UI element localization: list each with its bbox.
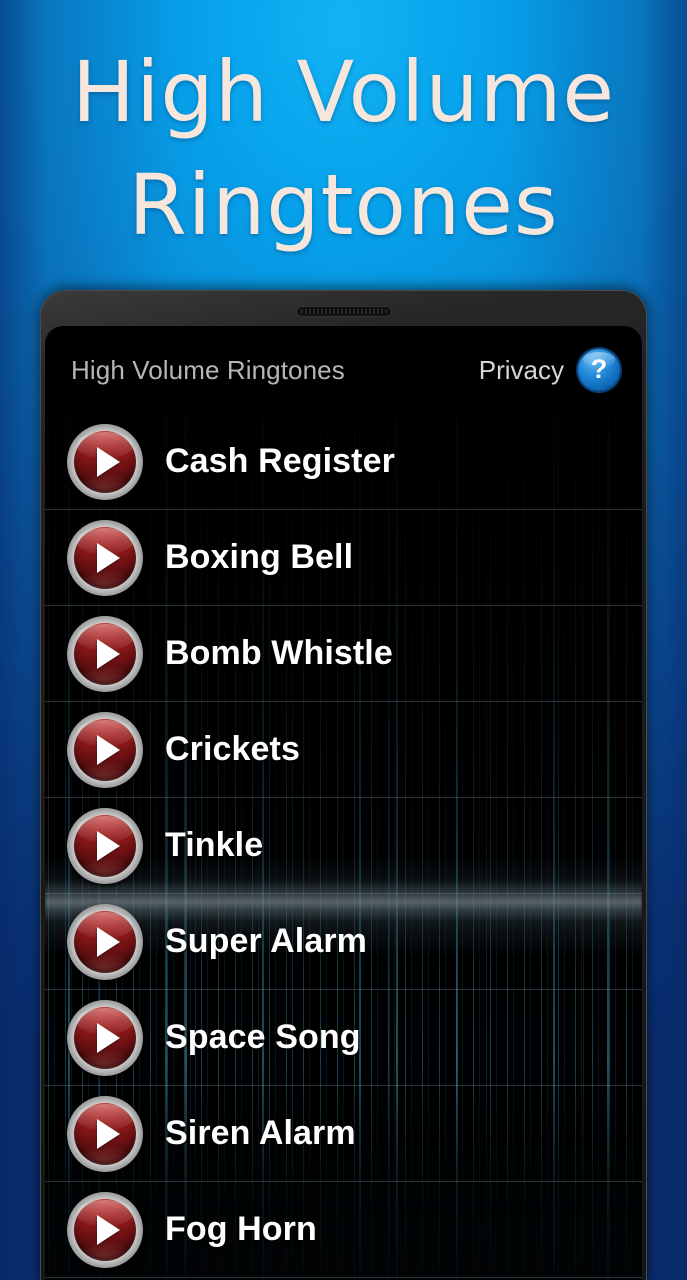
play-triangle <box>97 446 120 477</box>
phone-screen: High Volume Ringtones Privacy ? Cash Reg… <box>45 326 642 1280</box>
play-icon[interactable] <box>67 423 143 500</box>
play-icon[interactable] <box>67 999 143 1076</box>
app-header: High Volume Ringtones Privacy ? <box>45 326 642 414</box>
play-icon[interactable] <box>67 903 143 980</box>
ringtone-label: Bomb Whistle <box>165 634 393 672</box>
speaker-holes <box>300 309 387 314</box>
play-triangle <box>97 830 120 861</box>
app-title: High Volume Ringtones <box>71 354 345 385</box>
ringtone-label: Cash Register <box>165 442 395 480</box>
play-icon[interactable] <box>67 1095 143 1172</box>
play-triangle <box>97 926 120 957</box>
ringtone-row-tinkle[interactable]: Tinkle <box>45 798 642 894</box>
play-triangle <box>97 1022 120 1053</box>
privacy-link[interactable]: Privacy <box>479 355 564 386</box>
ringtone-list[interactable]: Cash Register Boxing Bell Bomb Whistle C… <box>45 414 642 1280</box>
ringtone-row-space-song[interactable]: Space Song <box>45 990 642 1086</box>
ringtone-row-crickets[interactable]: Crickets <box>45 702 642 798</box>
question-mark-icon[interactable]: ? <box>578 349 620 391</box>
earpiece-speaker-grille <box>296 307 391 316</box>
ringtone-label: Fog Horn <box>165 1210 317 1248</box>
ringtone-label: Siren Alarm <box>165 1114 356 1152</box>
ringtone-label: Space Song <box>165 1018 361 1056</box>
play-icon[interactable] <box>67 1191 143 1268</box>
ringtone-row-cash-register[interactable]: Cash Register <box>45 414 642 510</box>
play-triangle <box>97 1214 120 1245</box>
header-actions: Privacy ? <box>479 349 620 391</box>
play-triangle <box>97 1118 120 1149</box>
promo-background: High Volume Ringtones High Volume Ringto… <box>0 0 687 1280</box>
play-icon[interactable] <box>67 807 143 884</box>
ringtone-label: Crickets <box>165 730 300 768</box>
phone-mockup: High Volume Ringtones Privacy ? Cash Reg… <box>40 290 647 1280</box>
play-triangle <box>97 542 120 573</box>
ringtone-row-boxing-bell[interactable]: Boxing Bell <box>45 510 642 606</box>
ringtone-row-bomb-whistle[interactable]: Bomb Whistle <box>45 606 642 702</box>
ringtone-row-siren-alarm[interactable]: Siren Alarm <box>45 1086 642 1182</box>
ringtone-row-fog-horn[interactable]: Fog Horn <box>45 1182 642 1278</box>
play-icon[interactable] <box>67 519 143 596</box>
promo-title-line-1: High Volume <box>71 43 616 141</box>
ringtone-label: Boxing Bell <box>165 538 354 576</box>
ringtone-label: Tinkle <box>165 826 264 864</box>
ringtone-row-super-alarm[interactable]: Super Alarm <box>45 894 642 990</box>
help-icon-glyph: ? <box>590 353 608 384</box>
play-triangle <box>97 638 120 669</box>
play-triangle <box>97 734 120 765</box>
promo-title-line-2: Ringtones <box>128 156 559 255</box>
promo-title: High Volume Ringtones <box>0 36 687 263</box>
play-icon[interactable] <box>67 615 143 692</box>
ringtone-label: Super Alarm <box>165 922 368 960</box>
play-icon[interactable] <box>67 711 143 788</box>
